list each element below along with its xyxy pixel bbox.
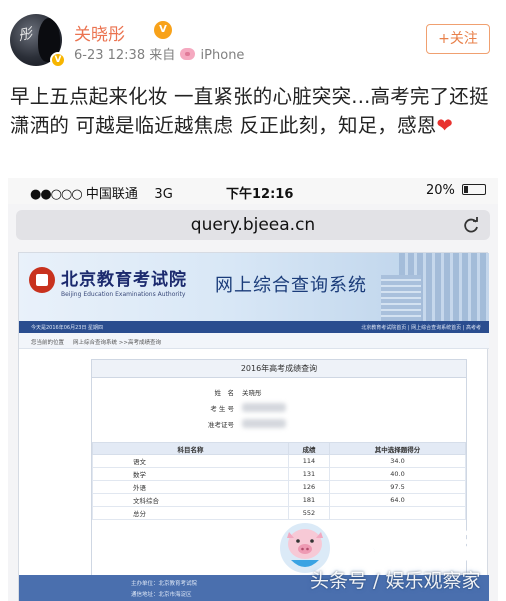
subject-cell: 数学 <box>92 467 289 481</box>
score-cell: 131 <box>288 467 330 481</box>
site-nav: 今天是2016年06月23日 星期四 北京教育考试院首页 | 网上综合查询系统首… <box>19 321 489 333</box>
username[interactable]: 关晓彤 <box>74 20 125 45</box>
ios-status-bar: ●●○○○ 中国联通 3G 下午12:16 20% <box>8 178 498 204</box>
info-label: 考 生 号 <box>210 405 234 413</box>
post-source-prefix: 来自 <box>149 48 176 63</box>
url-text: query.bjeea.cn <box>190 215 316 235</box>
vip-icon: V <box>154 21 172 39</box>
site-banner: 北京教育考试院 Beijing Education Examinations A… <box>19 253 489 321</box>
score-cell: 114 <box>288 454 330 468</box>
url-bar[interactable]: query.bjeea.cn <box>16 210 490 240</box>
score-cell: 126 <box>288 480 330 494</box>
table-row: 数学 131 40.0 <box>92 467 467 481</box>
info-row-admission-id: 准考证号 <box>92 416 466 430</box>
subject-cell: 语文 <box>92 454 289 468</box>
post-source-device[interactable]: iPhone <box>201 48 245 63</box>
nav-links[interactable]: 北京教育考试院首页 | 网上综合查询系统首页 | 高考考 <box>361 324 481 331</box>
breadcrumb-label: 您当前的位置 <box>31 340 65 346</box>
pig-icon <box>180 48 196 60</box>
score-table: 科目名称 成绩 其中选择题得分 语文 114 34.0 数学 131 40.0 <box>92 442 467 520</box>
table-row: 外语 126 97.5 <box>92 480 467 494</box>
post-meta: 6-23 12:38 来自 iPhone <box>74 44 244 63</box>
subject-cell: 外语 <box>92 480 289 494</box>
choice-score-cell: 64.0 <box>328 493 467 507</box>
column-header: 其中选择题得分 <box>328 442 467 455</box>
subject-cell: 文科综合 <box>92 493 289 507</box>
follow-button[interactable]: +关注 <box>426 24 490 54</box>
watermark-brand: 小猪生活 <box>346 529 471 566</box>
carrier-label: 中国联通 <box>85 187 138 202</box>
info-label: 姓 名 <box>214 389 235 397</box>
choice-score-cell: 40.0 <box>328 467 467 481</box>
signal-icon: ●●○○○ <box>30 187 83 202</box>
footer-line: 主办单位：北京教育考试院 <box>131 581 198 587</box>
post-header: 彤 V 关晓彤 V 6-23 12:38 来自 iPhone +关注 <box>10 14 496 68</box>
heart-icon: ❤ <box>436 114 454 137</box>
choice-score-cell <box>328 506 467 520</box>
results-title: 2016年高考成绩查询 <box>92 360 466 378</box>
subject-cell: 总分 <box>92 506 289 520</box>
building-image-2 <box>381 275 421 321</box>
date-text: 今天是2016年06月23日 星期四 <box>31 325 104 331</box>
reload-icon[interactable] <box>462 216 480 234</box>
table-row: 语文 114 34.0 <box>92 454 467 468</box>
info-value: 关晓彤 <box>242 389 262 397</box>
status-right: 20% <box>426 183 486 198</box>
column-header: 科目名称 <box>92 442 289 455</box>
battery-icon <box>462 184 486 195</box>
info-value-redacted <box>242 403 286 412</box>
status-left: ●●○○○ 中国联通 3G <box>30 183 173 202</box>
score-cell: 181 <box>288 493 330 507</box>
status-time: 下午12:16 <box>226 187 294 202</box>
column-header: 成绩 <box>288 442 330 455</box>
info-row-name: 姓 名 关晓彤 <box>92 384 466 398</box>
table-row: 文科综合 181 64.0 <box>92 493 467 507</box>
post-body: 早上五点起来化妆 一直紧张的心脏突突...高考完了还挺潇洒的 可越是临近越焦虑 … <box>10 85 489 137</box>
system-title: 网上综合查询系统 <box>215 275 367 296</box>
breadcrumb-path[interactable]: 网上综合查询系统 >>高考成绩查询 <box>73 338 161 346</box>
info-label: 准考证号 <box>208 421 234 429</box>
verified-badge-icon: V <box>50 52 66 68</box>
site-name[interactable]: 北京教育考试院 <box>61 265 187 290</box>
site-name-en: Beijing Education Examinations Authority <box>61 291 186 298</box>
post-text: 早上五点起来化妆 一直紧张的心脏突突...高考完了还挺潇洒的 可越是临近越焦虑 … <box>10 82 496 140</box>
info-value-redacted <box>242 419 286 428</box>
footer-line: 通信地址：北京市海淀区 <box>131 592 192 598</box>
post-time: 6-23 12:38 <box>74 48 146 63</box>
info-row-exam-id: 考 生 号 <box>92 400 466 414</box>
table-header-row: 科目名称 成绩 其中选择题得分 <box>92 442 467 455</box>
choice-score-cell: 34.0 <box>328 454 467 468</box>
avatar-signature: 彤 <box>16 25 34 45</box>
choice-score-cell: 97.5 <box>328 480 467 494</box>
network-label: 3G <box>154 187 173 202</box>
site-logo-icon[interactable] <box>29 267 55 293</box>
breadcrumb: 您当前的位置 网上综合查询系统 >>高考成绩查询 <box>19 333 489 349</box>
watermark-caption: 头条号 / 娱乐观察家 <box>310 570 481 592</box>
battery-percent: 20% <box>425 183 455 198</box>
